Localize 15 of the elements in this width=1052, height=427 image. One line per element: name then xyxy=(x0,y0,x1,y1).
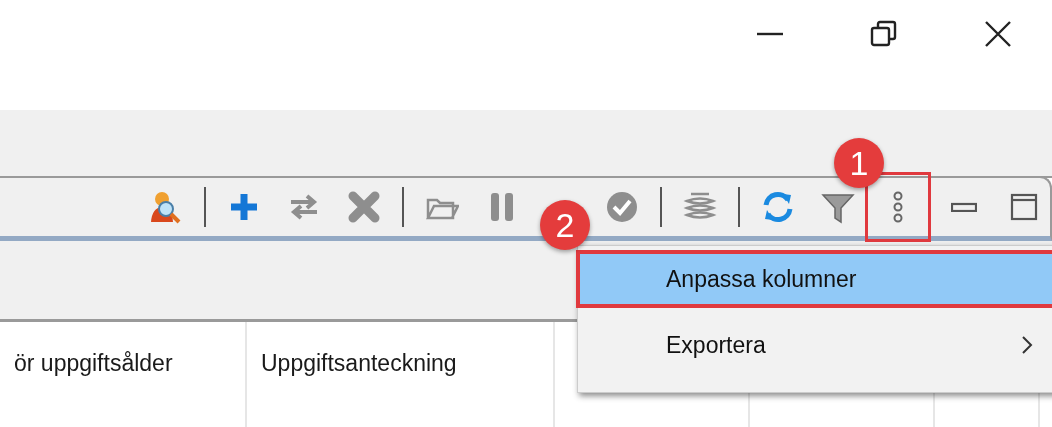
menu-item[interactable]: Anpassa kolumner xyxy=(578,252,1052,306)
restore-icon xyxy=(869,19,899,49)
delete-icon xyxy=(347,190,381,224)
menu-item[interactable]: Exportera xyxy=(578,318,1052,372)
check-circle-icon xyxy=(605,190,639,224)
chevron-right-icon xyxy=(1020,334,1034,356)
refresh-icon xyxy=(761,190,795,224)
close-icon xyxy=(983,19,1013,49)
maximize-icon xyxy=(1009,192,1039,222)
column-header[interactable]: Uppgiftsanteckning xyxy=(261,350,457,377)
user-search-icon xyxy=(149,190,183,224)
minimize-icon xyxy=(951,202,977,212)
minimize-icon xyxy=(755,32,785,36)
column-header[interactable]: ör uppgiftsålder xyxy=(14,350,173,377)
more-icon xyxy=(893,190,903,224)
